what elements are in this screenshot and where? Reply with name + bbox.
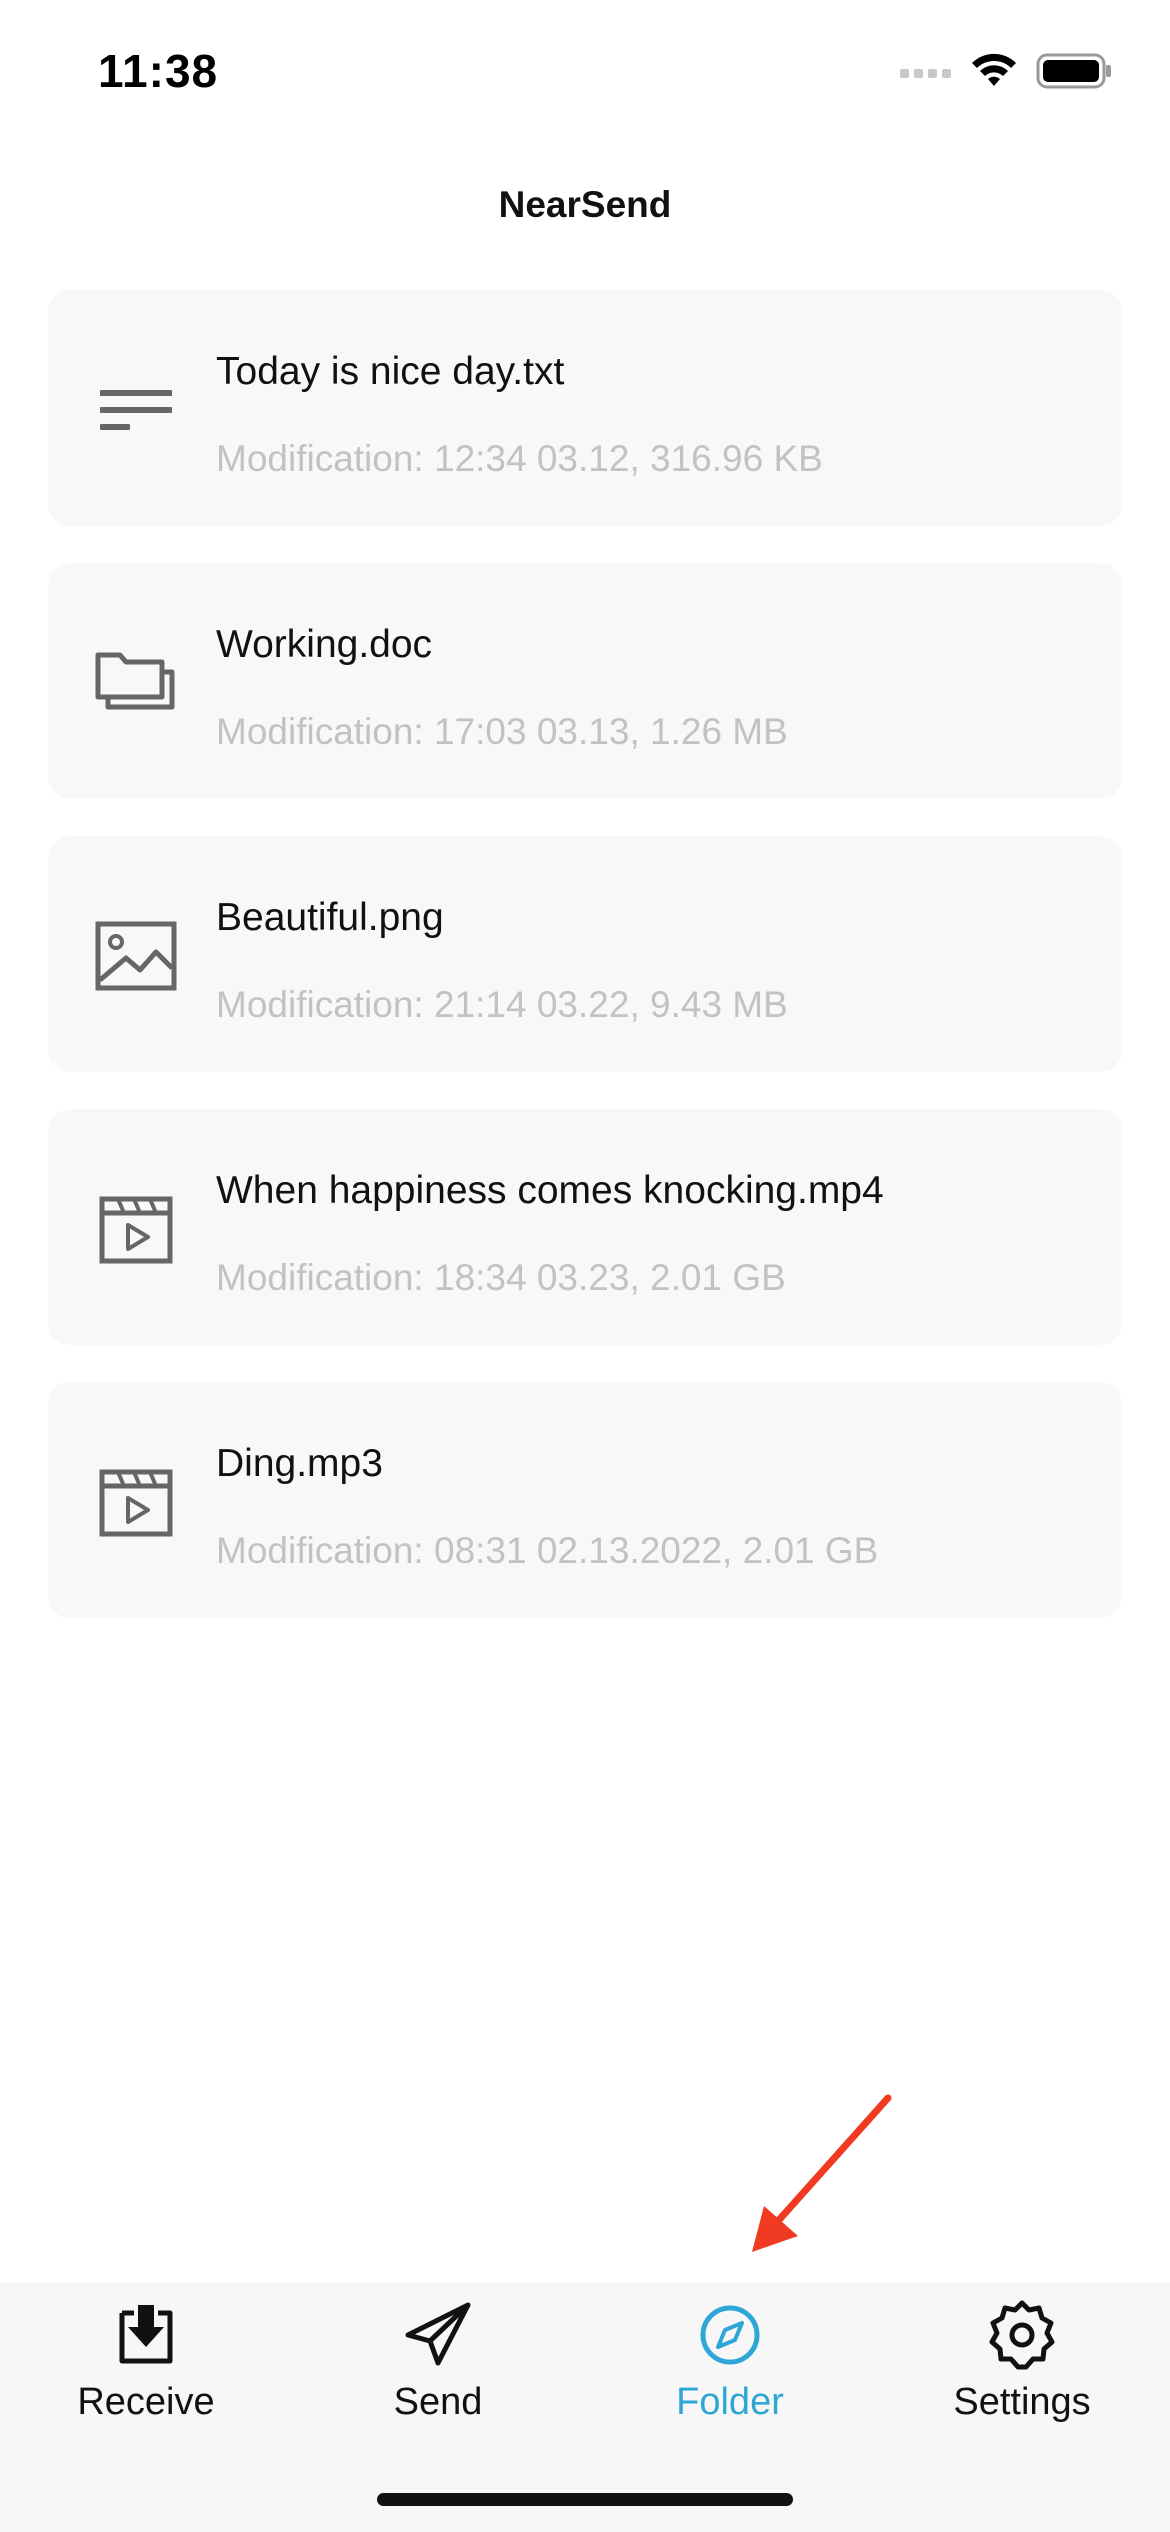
wifi-icon: [972, 53, 1016, 86]
tab-label: Receive: [77, 2381, 215, 2423]
file-item[interactable]: Today is nice day.txt Modification: 12:3…: [48, 290, 1122, 526]
receive-icon: [119, 2305, 173, 2364]
file-meta: Modification: 12:34 03.12, 316.96 KB: [216, 438, 823, 479]
file-item[interactable]: Working.doc Modification: 17:03 03.13, 1…: [48, 563, 1122, 799]
tab-send[interactable]: Send: [292, 2283, 584, 2453]
video-icon: [99, 1196, 173, 1264]
file-list: Today is nice day.txt Modification: 12:3…: [48, 290, 1122, 1655]
tab-label: Settings: [953, 2381, 1091, 2423]
file-name: Working.doc: [216, 623, 433, 666]
file-name: Beautiful.png: [216, 896, 444, 939]
status-indicators: [900, 52, 1112, 90]
tab-settings[interactable]: Settings: [876, 2283, 1168, 2453]
file-meta: Modification: 18:34 03.23, 2.01 GB: [216, 1257, 786, 1298]
tab-label: Send: [393, 2381, 483, 2423]
file-item[interactable]: Beautiful.png Modification: 21:14 03.22,…: [48, 836, 1122, 1072]
file-name: Ding.mp3: [216, 1442, 383, 1485]
page-title: NearSend: [498, 184, 672, 225]
file-item[interactable]: Ding.mp3 Modification: 08:31 02.13.2022,…: [48, 1382, 1122, 1618]
text-file-icon: [100, 390, 172, 430]
file-meta: Modification: 08:31 02.13.2022, 2.01 GB: [216, 1530, 879, 1571]
tab-folder[interactable]: Folder: [584, 2283, 876, 2453]
gear-icon: [989, 2300, 1055, 2370]
video-icon: [99, 1469, 173, 1537]
file-item[interactable]: When happiness comes knocking.mp4 Modifi…: [48, 1109, 1122, 1345]
document-folder-icon: [95, 652, 175, 710]
annotation-arrow: [752, 2094, 892, 2252]
status-bar: 11:38: [0, 0, 1170, 140]
cellular-signal-icon: [900, 69, 951, 78]
image-icon: [95, 921, 177, 991]
file-name: When happiness comes knocking.mp4: [216, 1169, 884, 1212]
battery-icon: [1036, 53, 1111, 89]
tab-label: Folder: [676, 2381, 784, 2423]
compass-icon: [700, 2305, 760, 2365]
status-time: 11:38: [98, 45, 219, 97]
tab-bar: Receive Send Folder Settings: [0, 2283, 1170, 2532]
file-meta: Modification: 21:14 03.22, 9.43 MB: [216, 984, 788, 1025]
file-name: Today is nice day.txt: [216, 350, 565, 393]
file-meta: Modification: 17:03 03.13, 1.26 MB: [216, 711, 788, 752]
home-indicator: [377, 2493, 793, 2506]
send-icon: [405, 2302, 471, 2366]
tab-receive[interactable]: Receive: [0, 2283, 292, 2453]
